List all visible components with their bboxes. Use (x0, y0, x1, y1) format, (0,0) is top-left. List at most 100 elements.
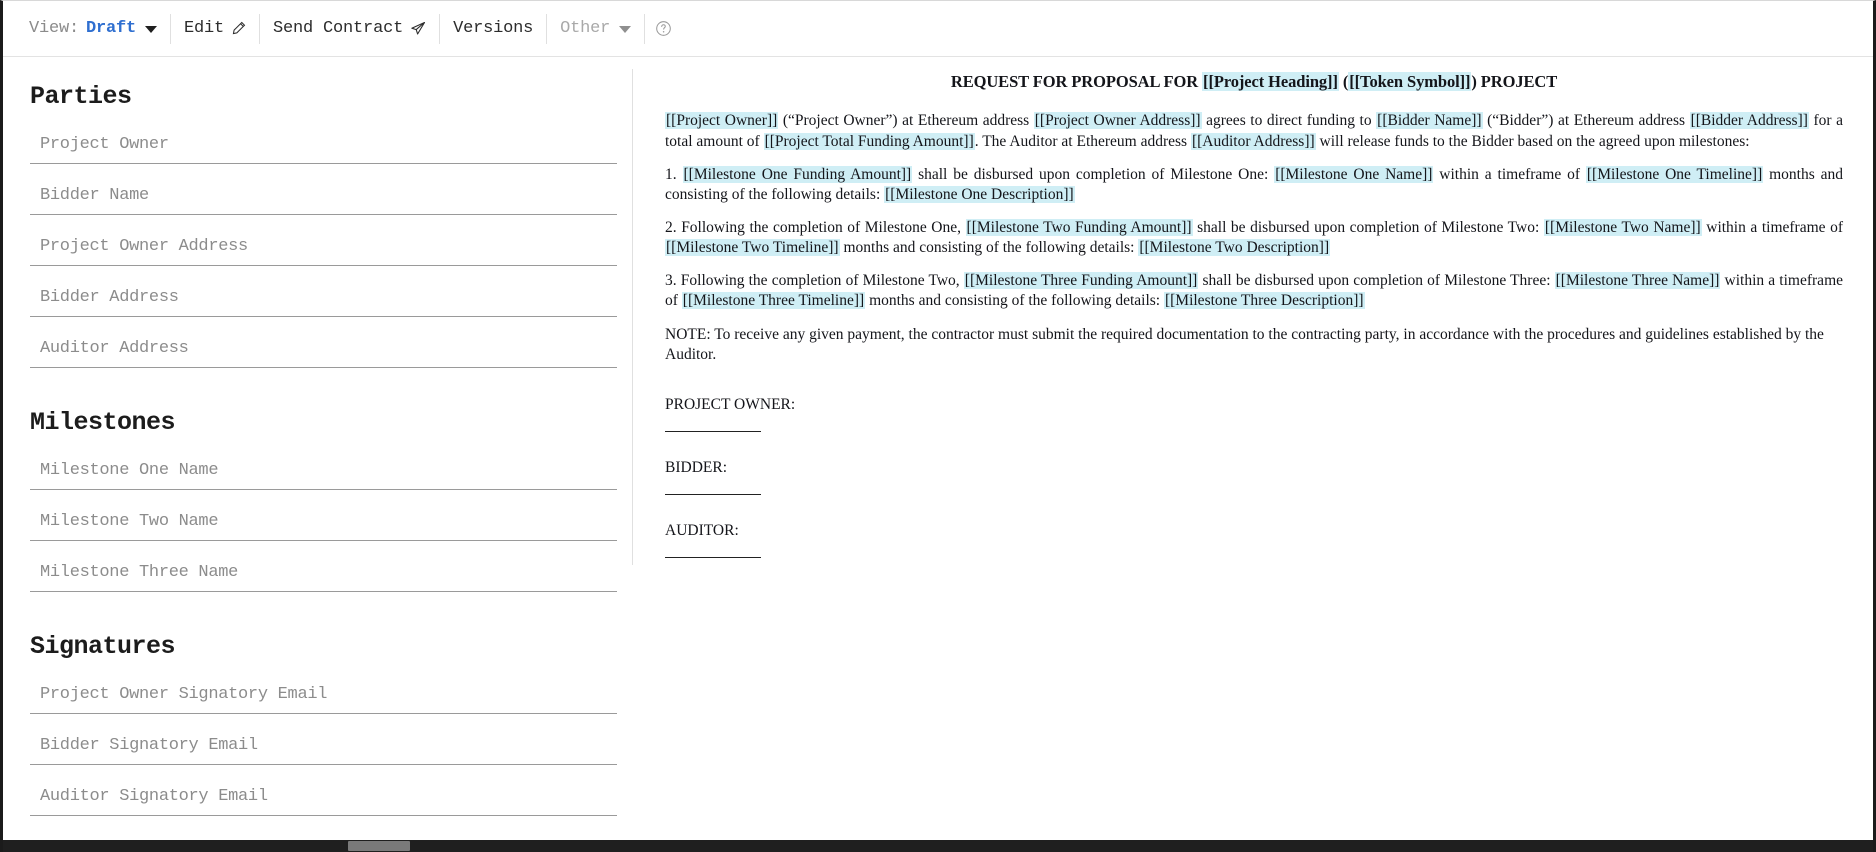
project-owner-address-input[interactable] (30, 233, 617, 266)
signature-label-auditor: AUDITOR: (665, 522, 739, 540)
milestone-three-name-input[interactable] (30, 559, 617, 592)
horizontal-scrollbar[interactable] (3, 840, 1873, 852)
signature-block-bidder: BIDDER: (665, 458, 1843, 496)
signature-block-auditor: AUDITOR: (665, 521, 1843, 559)
token-project-total-funding-amount: [[Project Total Funding Amount]] (763, 132, 975, 150)
paragraph-milestone-one: 1. [[Milestone One Funding Amount]] shal… (665, 165, 1843, 205)
signature-block-project-owner: PROJECT OWNER: (665, 395, 1843, 432)
field-project-owner-signatory-email (30, 681, 632, 714)
document-title: REQUEST FOR PROPOSAL FOR [[Project Headi… (665, 71, 1843, 92)
token-project-owner: [[Project Owner]] (665, 112, 779, 130)
field-auditor-signatory-email (30, 783, 632, 816)
bidder-name-input[interactable] (30, 182, 617, 215)
m3-text-1: shall be disbursed upon completion of Mi… (1198, 272, 1555, 290)
lead-text-1: (“Project Owner”) at Ethereum address (778, 112, 1034, 130)
m2-text-1: shall be disbursed upon completion of Mi… (1192, 219, 1544, 236)
field-bidder-address (30, 284, 632, 317)
token-milestone-two-funding-amount: [[Milestone Two Funding Amount]] (965, 219, 1193, 236)
chevron-down-icon (619, 26, 632, 33)
view-value: Draft (86, 19, 137, 38)
m3-number: 3. (665, 272, 681, 290)
paragraph-milestone-two: 2. Following the completion of Milestone… (665, 218, 1843, 258)
view-selector[interactable]: View: Draft (29, 13, 172, 44)
lead-text-6: will release funds to the Bidder based o… (1315, 132, 1750, 150)
other-menu[interactable]: Other (547, 13, 646, 44)
m3-text-3: months and consisting of the following d… (865, 292, 1164, 310)
app-window: View: Draft Edit Send Contract Versions … (0, 0, 1876, 852)
top-toolbar: View: Draft Edit Send Contract Versions … (3, 1, 1873, 57)
title-mid: ( (1338, 72, 1349, 91)
field-bidder-name (30, 182, 632, 215)
token-milestone-one-description: [[Milestone One Description]] (884, 185, 1075, 203)
bidder-address-input[interactable] (30, 284, 617, 317)
token-bidder-name: [[Bidder Name]] (1376, 112, 1483, 130)
m2-text-3: months and consisting of the following d… (839, 239, 1139, 257)
form-section-parties: Parties (3, 82, 632, 368)
token-project-owner-address: [[Project Owner Address]] (1033, 112, 1202, 130)
m1-text-2: within a timeframe of (1433, 165, 1586, 183)
lead-text-2: agrees to direct funding to (1201, 112, 1377, 130)
edit-button[interactable]: Edit (171, 13, 261, 44)
field-project-owner-address (30, 233, 632, 266)
versions-button[interactable]: Versions (440, 13, 548, 44)
m3-text-0: Following the completion of Milestone Tw… (680, 272, 964, 290)
edit-label: Edit (184, 19, 225, 38)
bidder-signatory-email-input[interactable] (30, 732, 617, 765)
signature-line-project-owner (665, 430, 761, 432)
token-bidder-address: [[Bidder Address]] (1689, 112, 1809, 130)
token-milestone-three-funding-amount: [[Milestone Three Funding Amount]] (963, 272, 1199, 290)
project-owner-signatory-email-input[interactable] (30, 681, 617, 714)
paragraph-lead: [[Project Owner]] (“Project Owner”) at E… (665, 111, 1843, 151)
help-button[interactable] (645, 14, 682, 44)
contract-form-pane: Parties Milestones (3, 57, 632, 840)
paragraph-note: NOTE: To receive any given payment, the … (665, 325, 1824, 363)
section-title-signatures: Signatures (30, 632, 176, 661)
project-owner-input[interactable] (30, 131, 617, 164)
form-section-milestones: Milestones (3, 408, 632, 592)
field-project-owner (30, 131, 632, 164)
token-milestone-three-name: [[Milestone Three Name]] (1554, 272, 1721, 290)
field-auditor-address (30, 335, 632, 368)
versions-label: Versions (453, 19, 534, 38)
send-contract-button[interactable]: Send Contract (260, 13, 441, 44)
milestone-one-name-input[interactable] (30, 457, 617, 490)
section-title-milestones: Milestones (30, 408, 176, 437)
field-milestone-three-name (30, 559, 632, 592)
token-milestone-one-funding-amount: [[Milestone One Funding Amount]] (682, 165, 913, 183)
horizontal-scrollbar-thumb[interactable] (348, 841, 410, 851)
signature-label-bidder: BIDDER: (665, 458, 727, 476)
token-project-heading: [[Project Heading]] (1202, 72, 1339, 91)
milestone-two-name-input[interactable] (30, 508, 617, 541)
paragraph-milestone-three: 3. Following the completion of Milestone… (665, 271, 1843, 311)
paper-plane-icon (410, 21, 426, 37)
lead-text-3: (“Bidder”) at Ethereum address (1482, 112, 1690, 130)
question-circle-icon (655, 20, 672, 37)
field-bidder-signatory-email (30, 732, 632, 765)
field-milestone-one-name (30, 457, 632, 490)
token-milestone-one-timeline: [[Milestone One Timeline]] (1585, 165, 1764, 183)
m1-number: 1. (665, 165, 683, 183)
view-label: View: (29, 19, 80, 38)
title-prefix: REQUEST FOR PROPOSAL FOR (950, 72, 1203, 91)
token-milestone-three-timeline: [[Milestone Three Timeline]] (681, 292, 866, 310)
auditor-address-input[interactable] (30, 335, 617, 368)
auditor-signatory-email-input[interactable] (30, 783, 617, 816)
m2-text-0: Following the completion of Milestone On… (681, 219, 966, 236)
signature-line-bidder (665, 494, 761, 496)
document-preview-pane: REQUEST FOR PROPOSAL FOR [[Project Headi… (633, 57, 1873, 840)
form-section-signatures: Signatures (3, 632, 632, 816)
token-auditor-address: [[Auditor Address]] (1190, 132, 1316, 150)
pencil-icon (231, 21, 246, 36)
token-milestone-one-name: [[Milestone One Name]] (1274, 165, 1434, 183)
token-milestone-three-description: [[Milestone Three Description]] (1163, 292, 1365, 310)
token-milestone-two-timeline: [[Milestone Two Timeline]] (665, 239, 840, 257)
field-milestone-two-name (30, 508, 632, 541)
title-suffix: ) PROJECT (1471, 72, 1558, 91)
m1-text-1: shall be disbursed upon completion of Mi… (912, 165, 1275, 183)
token-milestone-two-description: [[Milestone Two Description]] (1138, 239, 1331, 257)
chevron-down-icon (145, 26, 158, 33)
send-contract-label: Send Contract (273, 19, 404, 38)
token-token-symbol: [[Token Symbol]] (1348, 72, 1472, 91)
lead-text-5: . The Auditor at Ethereum address (974, 132, 1191, 150)
m2-number: 2. (665, 219, 682, 236)
